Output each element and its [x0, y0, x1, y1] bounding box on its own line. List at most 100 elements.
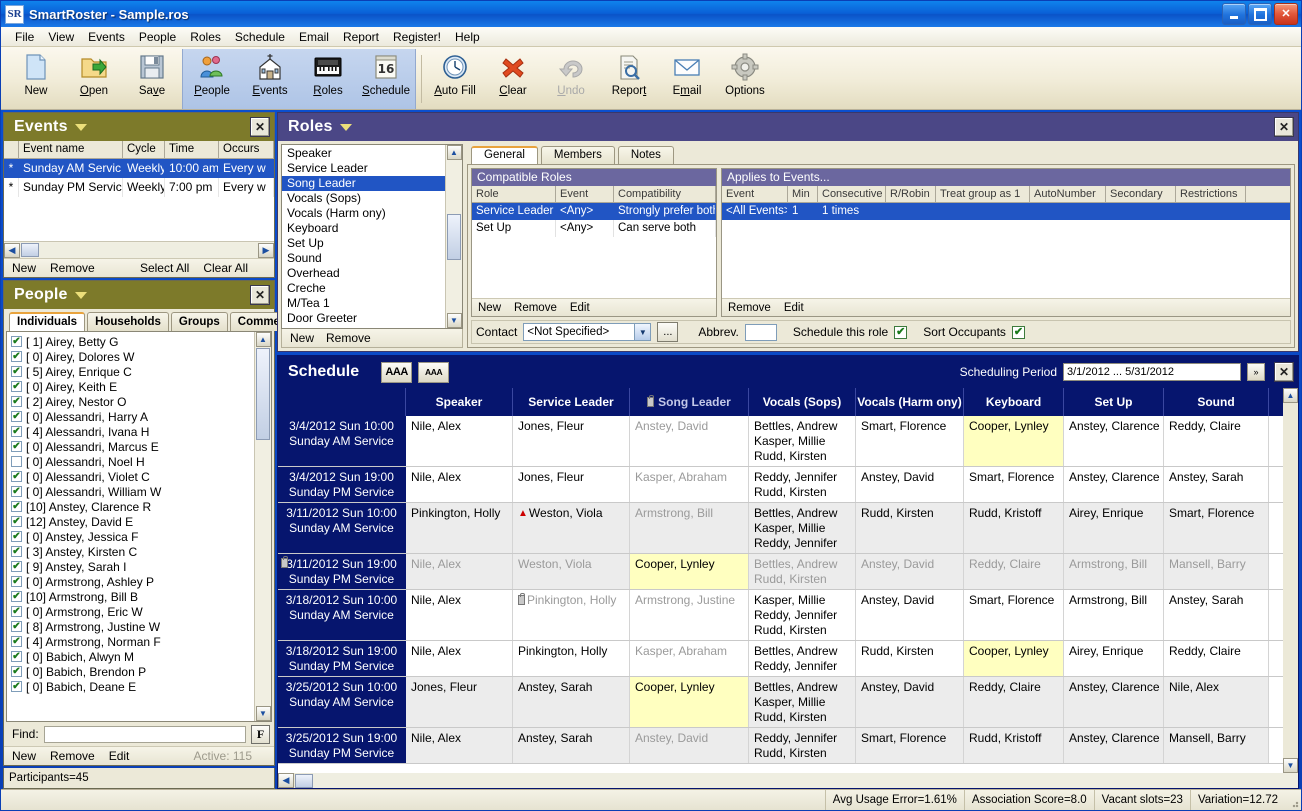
schedule-assignment-cell[interactable]: Anstey, David	[856, 467, 964, 502]
minimize-button[interactable]	[1222, 3, 1246, 25]
schedule-assignment-cell[interactable]: Nile, Alex	[406, 467, 513, 502]
schedule-event-cell[interactable]: 3/11/2012 Sun 19:00 Sunday PM Service	[278, 554, 406, 589]
events-clear-all-button[interactable]: Clear All	[203, 261, 248, 275]
toolbar-button-auto-fill[interactable]: Auto Fill	[426, 49, 484, 109]
people-vscroll-thumb[interactable]	[256, 348, 270, 440]
checkbox[interactable]: ✔	[11, 681, 22, 692]
schedule-col-event[interactable]	[278, 388, 406, 416]
menu-item-report[interactable]: Report	[336, 29, 386, 45]
schedule-assignment-cell[interactable]: Reddy, Jennifer Rudd, Kirsten	[749, 467, 856, 502]
checkbox[interactable]: ✔	[11, 546, 22, 557]
role-list-item[interactable]: Creche	[282, 281, 445, 296]
schedule-assignment-cell[interactable]: Smart, Florence	[856, 728, 964, 763]
schedule-assignment-cell[interactable]: Anstey, Sarah	[513, 728, 630, 763]
schedule-assignment-cell[interactable]: Nile, Alex	[406, 641, 513, 676]
schedule-assignment-cell[interactable]: Pinkington, Holly	[513, 641, 630, 676]
schedule-assignment-cell[interactable]: Kasper, Abraham	[630, 641, 749, 676]
schedule-assignment-cell[interactable]: Reddy, Claire	[964, 677, 1064, 727]
col-consecutive[interactable]: Consecutive	[818, 186, 886, 202]
list-item[interactable]: ✔ [ 0] Babich, Alwyn M	[11, 649, 254, 664]
schedule-hscrollbar[interactable]: ◀	[278, 773, 1298, 788]
maximize-button[interactable]	[1248, 3, 1272, 25]
role-list-item[interactable]: Sound	[282, 251, 445, 266]
schedule-assignment-cell[interactable]: Rudd, Kristoff	[964, 728, 1064, 763]
scroll-down-icon[interactable]: ▼	[255, 706, 271, 721]
events-hscrollbar[interactable]: ◀ ▶	[4, 241, 274, 258]
schedule-assignment-cell[interactable]: Anstey, David	[630, 416, 749, 466]
schedule-event-cell[interactable]: 3/25/2012 Sun 10:00 Sunday AM Service	[278, 677, 406, 727]
schedule-assignment-cell[interactable]: Pinkington, Holly	[513, 590, 630, 640]
schedule-assignment-cell[interactable]: Anstey, Clarence	[1064, 467, 1164, 502]
checkbox[interactable]: ✔	[11, 366, 22, 377]
role-list-item[interactable]: Song Leader	[282, 176, 445, 191]
table-row[interactable]: * Sunday AM Servic Weekly 10:00 am Every w	[4, 159, 274, 178]
people-new-button[interactable]: New	[12, 749, 36, 763]
schedule-assignment-cell[interactable]: Anstey, David	[856, 554, 964, 589]
list-item[interactable]: ✔ [ 3] Anstey, Kirsten C	[11, 544, 254, 559]
scroll-up-icon[interactable]: ▲	[1283, 388, 1298, 403]
checkbox[interactable]: ✔	[11, 426, 22, 437]
schedule-assignment-cell[interactable]: Reddy, Claire	[964, 554, 1064, 589]
menu-item-view[interactable]: View	[41, 29, 81, 45]
schedule-assignment-cell[interactable]: Jones, Fleur	[406, 677, 513, 727]
schedule-assignment-cell[interactable]: Armstrong, Bill	[1064, 554, 1164, 589]
events-new-button[interactable]: New	[12, 261, 36, 275]
toolbar-button-new[interactable]: New	[7, 49, 65, 109]
schedule-event-cell[interactable]: 3/4/2012 Sun 10:00 Sunday AM Service	[278, 416, 406, 466]
schedule-assignment-cell[interactable]: Weston, Viola	[513, 554, 630, 589]
checkbox[interactable]: ✔	[11, 411, 22, 422]
col-autonumber[interactable]: AutoNumber	[1030, 186, 1106, 202]
col-secondary[interactable]: Secondary	[1106, 186, 1176, 202]
checkbox[interactable]: ✔	[11, 396, 22, 407]
roles-vscrollbar[interactable]: ▲ ▼	[445, 145, 462, 328]
abbrev-input[interactable]	[744, 323, 777, 341]
schedule-assignment-cell[interactable]: Nile, Alex	[406, 728, 513, 763]
schedule-assignment-cell[interactable]: Anstey, David	[856, 590, 964, 640]
events-col-cycle[interactable]: Cycle	[123, 141, 165, 158]
checkbox[interactable]: ✔	[11, 591, 22, 602]
schedule-assignment-cell[interactable]: Anstey, Sarah	[1164, 590, 1269, 640]
schedule-assignment-cell[interactable]: Kasper, Abraham	[630, 467, 749, 502]
table-row[interactable]: Service Leader <Any> Strongly prefer both	[472, 203, 716, 220]
schedule-assignment-cell[interactable]: Airey, Enrique	[1064, 503, 1164, 553]
list-item[interactable]: [ 0] Alessandri, Noel H	[11, 454, 254, 469]
schedule-assignment-cell[interactable]: Nile, Alex	[1164, 677, 1269, 727]
schedule-assignment-cell[interactable]: Cooper, Lynley	[964, 416, 1064, 466]
col-treat-group-as-1[interactable]: Treat group as 1	[936, 186, 1030, 202]
col-event[interactable]: Event	[556, 186, 614, 202]
table-row[interactable]: 3/25/2012 Sun 10:00 Sunday AM Service Jone…	[278, 677, 1283, 728]
resize-grip[interactable]	[1285, 790, 1301, 810]
applies-to-events-grid[interactable]: Event Min Consecutive R/Robin Treat group as…	[722, 186, 1290, 298]
role-list-item[interactable]: Overhead	[282, 266, 445, 281]
people-list[interactable]: ✔ [ 1] Airey, Betty G ✔ [ 0] Airey, Dolores…	[6, 331, 272, 722]
schedule-assignment-cell[interactable]: Pinkington, Holly	[406, 503, 513, 553]
toolbar-button-roles[interactable]: Roles	[299, 49, 357, 109]
schedule-assignment-cell[interactable]: Anstey, David	[630, 728, 749, 763]
font-larger-button[interactable]: AAA	[381, 361, 413, 383]
toolbar-button-open[interactable]: Open	[65, 49, 123, 109]
schedule-event-cell[interactable]: 3/18/2012 Sun 10:00 Sunday AM Service	[278, 590, 406, 640]
checkbox[interactable]: ✔	[11, 666, 22, 677]
list-item[interactable]: ✔ [10] Armstrong, Bill B	[11, 589, 254, 604]
schedule-assignment-cell[interactable]: Armstrong, Bill	[1064, 590, 1164, 640]
schedule-assignment-cell[interactable]: Smart, Florence	[856, 416, 964, 466]
roles-remove-button[interactable]: Remove	[326, 331, 371, 345]
applies-edit-button[interactable]: Edit	[784, 302, 804, 314]
scroll-left-icon[interactable]: ◀	[278, 773, 294, 788]
tab-groups[interactable]: Groups	[170, 312, 228, 331]
events-remove-button[interactable]: Remove	[50, 261, 95, 275]
list-item[interactable]: ✔ [ 0] Alessandri, Harry A	[11, 409, 254, 424]
role-list-item[interactable]: Vocals (Harm ony)	[282, 206, 445, 221]
roles-vscroll-thumb[interactable]	[447, 213, 461, 260]
menu-item-email[interactable]: Email	[292, 29, 336, 45]
table-row[interactable]: 3/11/2012 Sun 19:00 Sunday PM Service Nile…	[278, 554, 1283, 590]
compat-edit-button[interactable]: Edit	[570, 302, 590, 314]
schedule-col-vocals-sops-[interactable]: Vocals (Sops)	[749, 388, 856, 416]
tab-households[interactable]: Households	[87, 312, 169, 331]
schedule-col-set-up[interactable]: Set Up	[1064, 388, 1164, 416]
schedule-assignment-cell[interactable]: ▲Weston, Viola	[513, 503, 630, 553]
font-smaller-button[interactable]: AAA	[418, 361, 450, 383]
table-row[interactable]: 3/4/2012 Sun 19:00 Sunday PM Service Nile,…	[278, 467, 1283, 503]
schedule-event-cell[interactable]: 3/18/2012 Sun 19:00 Sunday PM Service	[278, 641, 406, 676]
checkbox[interactable]: ✔	[11, 576, 22, 587]
